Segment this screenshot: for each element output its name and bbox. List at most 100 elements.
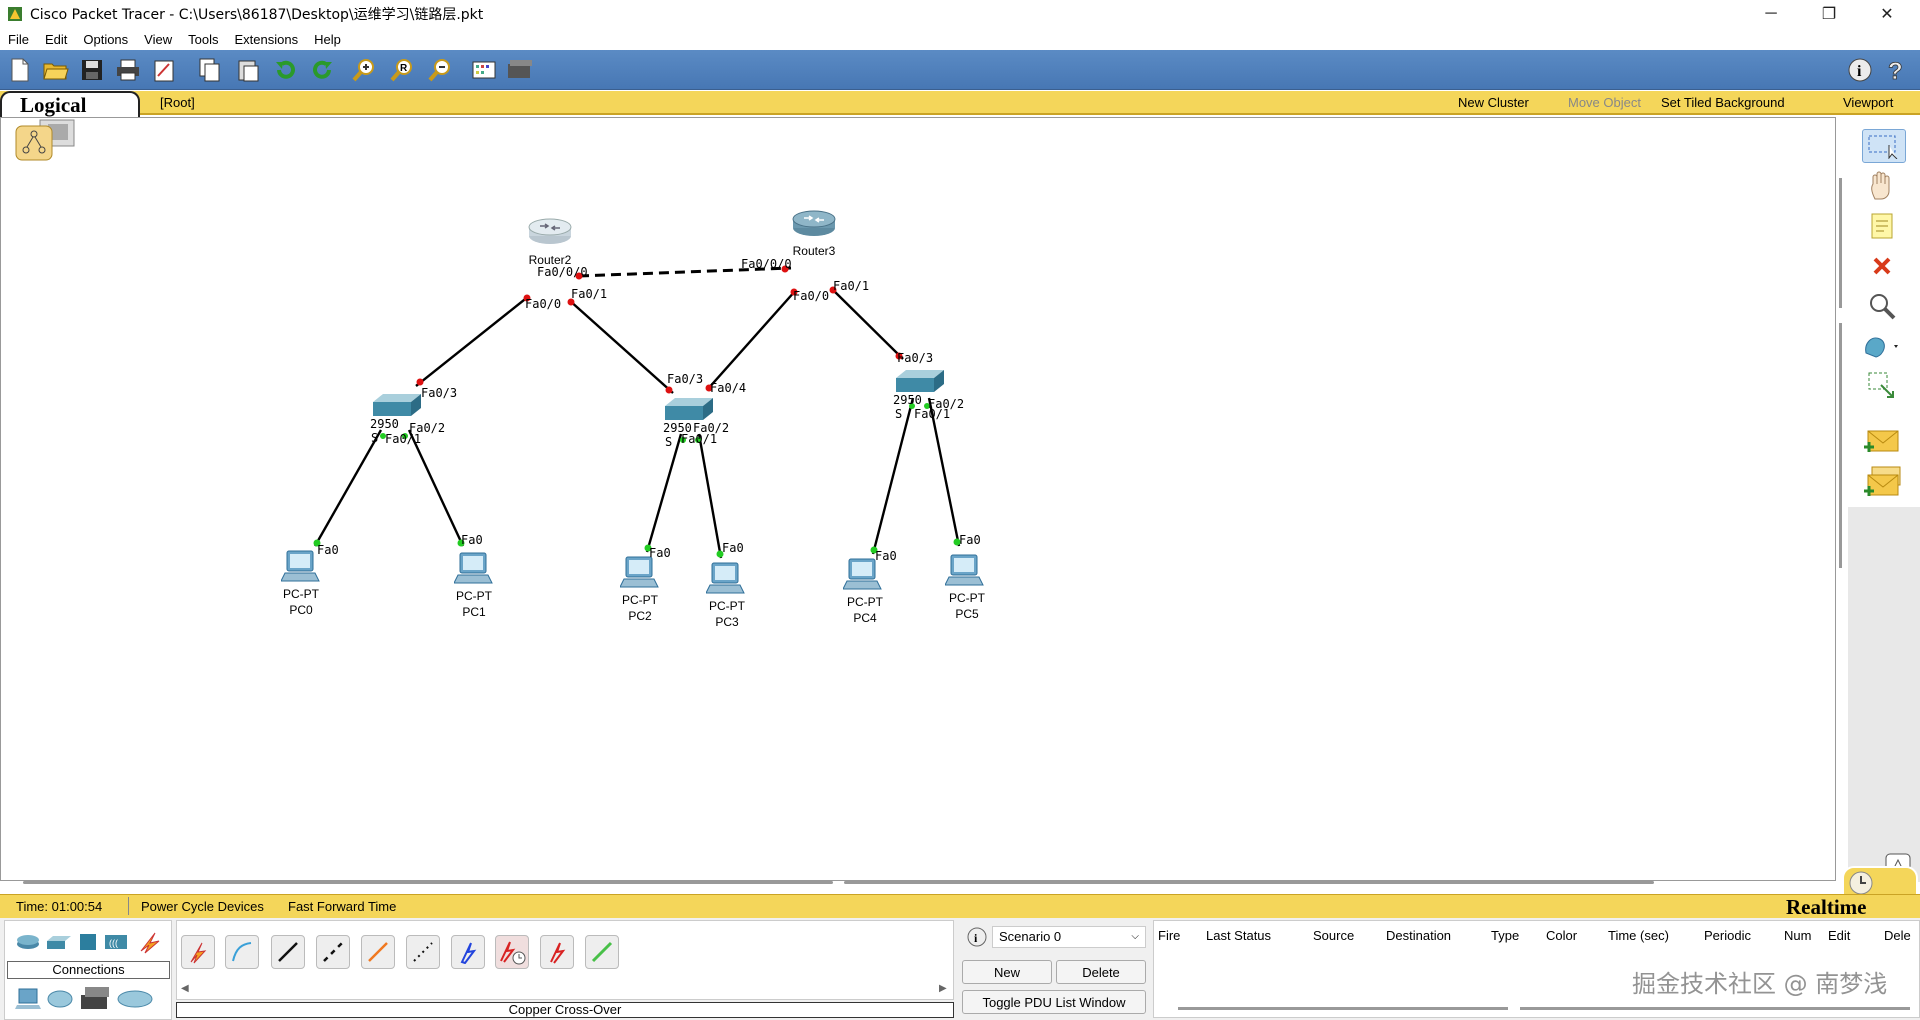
category-label: Connections bbox=[7, 961, 170, 979]
zoom-out-icon[interactable] bbox=[426, 56, 454, 84]
vertical-scrollbar-bottom[interactable] bbox=[1839, 323, 1842, 568]
zoom-reset-icon[interactable]: R bbox=[388, 56, 416, 84]
zoom-in-icon[interactable] bbox=[350, 56, 378, 84]
resize-shape-tool-icon[interactable] bbox=[1862, 369, 1902, 403]
router3-device[interactable] bbox=[791, 208, 837, 243]
palette-icon[interactable] bbox=[470, 56, 498, 84]
power-cycle-devices-button[interactable]: Power Cycle Devices bbox=[141, 899, 264, 914]
pc1-device[interactable] bbox=[453, 551, 494, 590]
phone-cable-icon[interactable] bbox=[406, 935, 440, 969]
custom-devices-category-icon[interactable] bbox=[79, 985, 111, 1018]
toggle-pdu-list-button[interactable]: Toggle PDU List Window bbox=[962, 990, 1146, 1014]
connections-category-icon[interactable] bbox=[137, 929, 163, 960]
delete-tool-icon[interactable] bbox=[1862, 249, 1902, 283]
switch-icon bbox=[896, 370, 944, 392]
print-icon[interactable] bbox=[114, 56, 142, 84]
open-folder-icon[interactable] bbox=[42, 56, 70, 84]
usb-cable-icon[interactable] bbox=[585, 935, 619, 969]
multiuser-category-icon[interactable] bbox=[117, 989, 153, 1014]
pdu-scrollbar-left[interactable] bbox=[1178, 1007, 1508, 1010]
help-icon[interactable]: ? bbox=[1882, 56, 1910, 84]
cluster-navigation-icon[interactable] bbox=[14, 118, 75, 161]
menu-extensions[interactable]: Extensions bbox=[226, 32, 306, 47]
set-tiled-background-button[interactable]: Set Tiled Background bbox=[1661, 95, 1785, 110]
logical-workspace[interactable]: Router2 Router3 2950 S 2950 S 2950 S PC-… bbox=[0, 117, 1842, 884]
logical-tab[interactable]: Logical bbox=[0, 91, 140, 118]
close-button[interactable]: ✕ bbox=[1864, 0, 1910, 28]
serial-dce-icon[interactable] bbox=[495, 935, 529, 969]
undo-icon[interactable] bbox=[272, 56, 300, 84]
watermark: 掘金技术社区 @ 南梦浅 bbox=[1632, 970, 1888, 998]
menu-file[interactable]: File bbox=[0, 32, 37, 47]
link-switch1-pc3 bbox=[697, 433, 723, 559]
col-last-status: Last Status bbox=[1206, 928, 1272, 943]
horizontal-scrollbar-left[interactable] bbox=[23, 881, 833, 884]
switch2-label: S bbox=[895, 407, 903, 421]
redo-icon[interactable] bbox=[308, 56, 336, 84]
new-file-icon[interactable] bbox=[6, 56, 34, 84]
fiber-cable-icon[interactable] bbox=[361, 935, 395, 969]
auto-connection-icon[interactable] bbox=[181, 935, 215, 969]
copper-cross-over-icon[interactable] bbox=[316, 935, 350, 969]
pc2-device[interactable] bbox=[619, 555, 660, 594]
pdu-scrollbar-right[interactable] bbox=[1520, 1007, 1910, 1010]
realtime-mode-label[interactable]: Realtime bbox=[1786, 895, 1866, 920]
vertical-scrollbar-top[interactable] bbox=[1839, 178, 1842, 308]
menu-options[interactable]: Options bbox=[75, 32, 136, 47]
root-breadcrumb[interactable]: [Root] bbox=[160, 95, 195, 110]
status-divider bbox=[128, 897, 129, 915]
pc3-device[interactable] bbox=[705, 561, 746, 600]
col-periodic: Periodic bbox=[1704, 928, 1751, 943]
pc0-device[interactable] bbox=[280, 549, 321, 588]
title-bar: Cisco Packet Tracer - C:\Users\86187\Des… bbox=[0, 0, 1920, 28]
coaxial-cable-icon[interactable] bbox=[451, 935, 485, 969]
serial-dte-icon[interactable] bbox=[540, 935, 574, 969]
minimize-button[interactable]: ─ bbox=[1748, 0, 1794, 28]
new-cluster-button[interactable]: New Cluster bbox=[1458, 95, 1529, 110]
fast-forward-time-button[interactable]: Fast Forward Time bbox=[288, 899, 396, 914]
pc5-device[interactable] bbox=[944, 553, 985, 592]
select-tool-icon[interactable] bbox=[1862, 129, 1906, 163]
wireless-category-icon[interactable]: ((( bbox=[103, 931, 129, 958]
switches-category-icon[interactable] bbox=[45, 933, 73, 956]
save-icon[interactable] bbox=[78, 56, 106, 84]
menu-edit[interactable]: Edit bbox=[37, 32, 75, 47]
pc-icon bbox=[280, 550, 320, 582]
routers-category-icon[interactable] bbox=[15, 933, 41, 956]
draw-shape-tool-icon[interactable] bbox=[1862, 329, 1902, 363]
menu-help[interactable]: Help bbox=[306, 32, 349, 47]
delete-scenario-button[interactable]: Delete bbox=[1056, 960, 1146, 984]
connection-type-panel: ◀ ▶ bbox=[176, 920, 954, 1000]
col-edit: Edit bbox=[1828, 928, 1851, 943]
note-tool-icon[interactable] bbox=[1862, 209, 1902, 243]
info-icon[interactable]: i bbox=[1846, 56, 1874, 84]
col-type: Type bbox=[1491, 928, 1520, 943]
hand-tool-icon[interactable] bbox=[1862, 169, 1902, 203]
scenario-select[interactable]: Scenario 0 ⌵ bbox=[992, 926, 1146, 948]
paste-icon[interactable] bbox=[234, 56, 262, 84]
end-devices-category-icon[interactable] bbox=[15, 987, 41, 1016]
scroll-right-arrow[interactable]: ▶ bbox=[939, 983, 947, 994]
menu-tools[interactable]: Tools bbox=[180, 32, 226, 47]
horizontal-scrollbar-right[interactable] bbox=[844, 881, 1654, 884]
pc5-name: PC5 bbox=[955, 607, 979, 621]
copper-straight-through-icon[interactable] bbox=[271, 935, 305, 969]
add-complex-pdu-icon[interactable] bbox=[1862, 465, 1902, 499]
maximize-button[interactable]: ❐ bbox=[1806, 0, 1852, 28]
new-scenario-button[interactable]: New bbox=[962, 960, 1052, 984]
realtime-clock-icon[interactable] bbox=[1848, 870, 1874, 896]
hubs-category-icon[interactable] bbox=[77, 931, 99, 958]
scenario-info-icon[interactable]: i bbox=[966, 926, 988, 953]
inspect-tool-icon[interactable] bbox=[1862, 289, 1902, 323]
add-simple-pdu-icon[interactable] bbox=[1862, 425, 1902, 459]
activity-wizard-icon[interactable] bbox=[150, 56, 178, 84]
scroll-left-arrow[interactable]: ◀ bbox=[181, 983, 189, 994]
wan-emulation-category-icon[interactable] bbox=[47, 989, 73, 1014]
copy-icon[interactable] bbox=[196, 56, 224, 84]
viewport-button[interactable]: Viewport bbox=[1843, 95, 1893, 110]
menu-view[interactable]: View bbox=[136, 32, 180, 47]
custom-device-icon[interactable] bbox=[506, 56, 534, 84]
move-object-button[interactable]: Move Object bbox=[1568, 95, 1641, 110]
router2-device[interactable] bbox=[527, 216, 573, 251]
console-cable-icon[interactable] bbox=[225, 935, 259, 969]
